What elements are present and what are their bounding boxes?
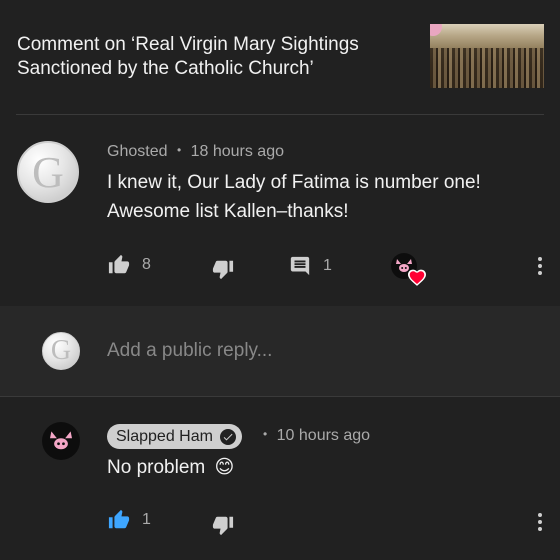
like-button[interactable]: 1 (107, 509, 151, 531)
avatar[interactable]: G (17, 141, 79, 203)
comment: G Ghosted • 18 hours ago I knew it, Our … (0, 116, 560, 306)
like-button[interactable]: 8 (107, 254, 151, 276)
reply-button[interactable]: 1 (289, 255, 332, 277)
dislike-button[interactable] (211, 514, 235, 536)
video-thumbnail[interactable] (430, 24, 544, 88)
reply-box: G Add a public reply... (0, 306, 560, 396)
comment-icon (290, 256, 310, 276)
meta-separator: • (176, 143, 182, 157)
reply-comment: Slapped Ham • 10 hours ago No problem 😊 … (0, 397, 560, 560)
author-badge[interactable]: Slapped Ham (107, 424, 242, 449)
more-options-icon[interactable] (537, 513, 543, 531)
comment-text-line: Awesome list Kallen–thanks! (107, 201, 349, 222)
thumbnail-image (430, 48, 544, 88)
thumbs-up-icon (108, 509, 130, 529)
comment-text: I knew it, Our Lady of Fatima is number … (107, 168, 481, 226)
more-options-icon[interactable] (537, 257, 543, 275)
reply-input[interactable]: Add a public reply... (107, 340, 272, 362)
thumbs-down-icon (212, 516, 234, 536)
comment-author[interactable]: Ghosted (107, 143, 167, 160)
avatar-letter: G (32, 147, 64, 197)
avatar[interactable]: G (42, 332, 80, 370)
thumbnail-badge (430, 24, 442, 36)
reply-time[interactable]: 10 hours ago (277, 427, 370, 444)
comment-time[interactable]: 18 hours ago (191, 143, 284, 160)
thumbs-up-icon (108, 254, 130, 274)
meta-separator: • (263, 427, 268, 441)
thumbs-down-icon (212, 260, 234, 280)
reply-meta: • 10 hours ago (263, 427, 370, 445)
dislike-button[interactable] (211, 258, 235, 280)
avatar-letter: G (50, 335, 72, 366)
like-count: 1 (142, 511, 151, 528)
avatar[interactable] (42, 422, 80, 460)
pig-icon (50, 431, 72, 450)
reply-author: Slapped Ham (116, 427, 213, 445)
reply-text: No problem 😊 (107, 453, 234, 482)
verified-check-icon (219, 428, 236, 445)
comment-meta: Ghosted • 18 hours ago (107, 143, 284, 161)
smile-emoji-icon: 😊 (214, 457, 235, 478)
creator-heart[interactable] (391, 253, 427, 287)
video-title[interactable]: Comment on ‘Real Virgin Mary Sightings S… (17, 33, 417, 81)
divider (16, 114, 544, 115)
comment-text-line: I knew it, Our Lady of Fatima is number … (107, 172, 481, 193)
reply-count: 1 (323, 257, 332, 274)
heart-icon (408, 269, 426, 286)
comment-header: Comment on ‘Real Virgin Mary Sightings S… (0, 0, 560, 116)
reply-text-content: No problem (107, 457, 206, 478)
like-count: 8 (142, 256, 151, 273)
